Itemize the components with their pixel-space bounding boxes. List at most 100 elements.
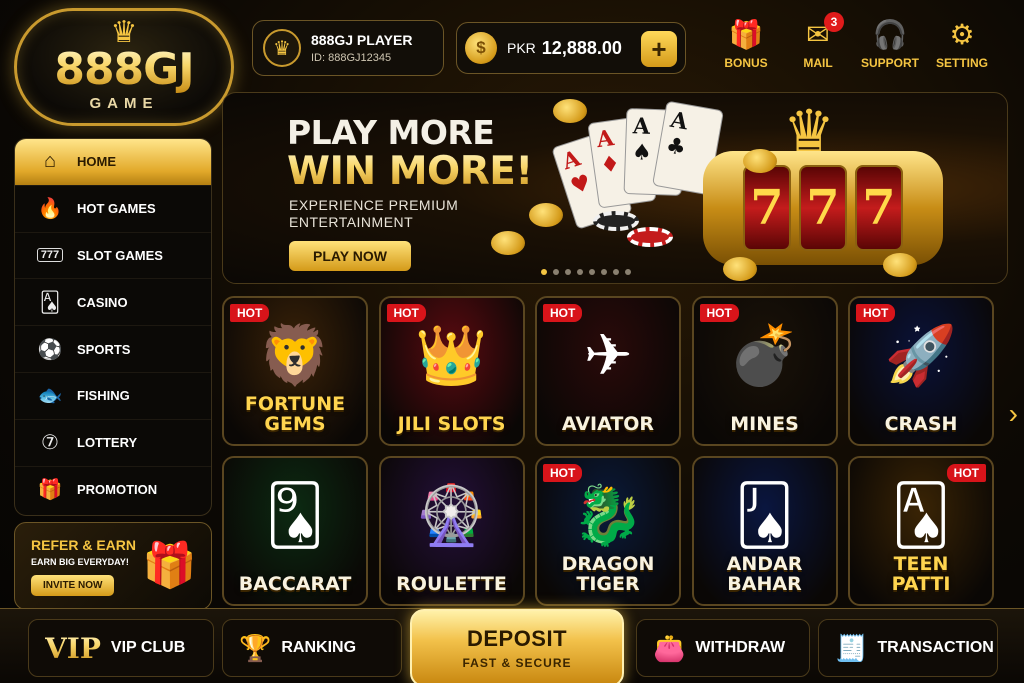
sidebar-item-slot-games[interactable]: 777 SLOT GAMES	[15, 233, 211, 280]
game-tile-teen-patti[interactable]: HOT 🂡 TEEN PATTI	[848, 456, 994, 606]
sidebar-item-label: CASINO	[77, 294, 128, 310]
refer-earn-card[interactable]: REFER & EARN EARN BIG EVERYDAY! INVITE N…	[14, 522, 212, 610]
banner-subtitle: EXPERIENCE PREMIUM ENTERTAINMENT	[289, 197, 459, 230]
balance-display: $ PKR 12,888.00 +	[456, 22, 686, 74]
home-icon: ⌂	[43, 150, 57, 173]
support-button[interactable]: 🎧 SUPPORT	[854, 18, 926, 70]
carousel-dots[interactable]	[541, 269, 631, 275]
game-art-icon: 👑	[415, 323, 488, 388]
slot-machine-icon: 777	[37, 248, 63, 263]
sidebar-item-home[interactable]: ⌂ HOME	[15, 139, 211, 186]
deposit-sublabel: FAST & SECURE	[462, 656, 572, 670]
balance-amount: 12,888.00	[541, 37, 622, 58]
logo-subtitle: GAME	[89, 94, 159, 112]
coin-icon	[743, 149, 777, 173]
playing-cards-icon: 🂡	[39, 291, 61, 314]
setting-button[interactable]: ⚙ SETTING	[926, 18, 998, 70]
sidebar-item-hot-games[interactable]: 🔥 HOT GAMES	[15, 186, 211, 233]
carousel-dot[interactable]	[613, 269, 619, 275]
game-tile-baccarat[interactable]: 🂩 BACCARAT	[222, 456, 368, 606]
sidebar-item-promotion[interactable]: 🎁 PROMOTION	[15, 467, 211, 514]
sidebar-item-label: FISHING	[77, 388, 130, 404]
sidebar: ⌂ HOME 🔥 HOT GAMES 777 SLOT GAMES 🂡 CASI…	[14, 138, 212, 516]
sidebar-item-fishing[interactable]: 🐟 FISHING	[15, 373, 211, 420]
game-art-icon: 🦁	[258, 323, 332, 388]
carousel-dot[interactable]	[577, 269, 583, 275]
sidebar-item-label: LOTTERY	[77, 435, 138, 451]
carousel-dot[interactable]	[589, 269, 595, 275]
deposit-button[interactable]: DEPOSIT FAST & SECURE	[410, 609, 624, 683]
ranking-label: RANKING	[281, 639, 357, 656]
soccer-ball-icon: ⚽	[37, 338, 63, 361]
player-card[interactable]: ♛ 888GJ PLAYER ID: 888GJ12345	[252, 20, 444, 76]
game-tile-jili-slots[interactable]: HOT 👑 JILI SLOTS	[378, 296, 525, 446]
game-tile-crash[interactable]: HOT 🚀 CRASH	[848, 296, 994, 446]
headset-icon: 🎧	[872, 19, 908, 50]
game-title: MINES	[730, 413, 799, 435]
game-title: BACCARAT	[238, 573, 352, 595]
game-art-icon: 🎡	[415, 483, 488, 548]
game-tile-andar-bahar[interactable]: 🂫 ANDAR BAHAR	[691, 456, 838, 606]
transaction-button[interactable]: 🧾 TRANSACTION	[818, 619, 998, 677]
deposit-label: DEPOSIT	[466, 626, 568, 651]
game-title: AVIATOR	[561, 413, 655, 435]
game-title: JILI SLOTS	[397, 413, 506, 435]
withdraw-label: WITHDRAW	[695, 639, 786, 656]
mail-label: MAIL	[803, 56, 833, 70]
sidebar-item-label: HOME	[77, 154, 116, 170]
carousel-dot[interactable]	[541, 269, 547, 275]
game-title: ROULETTE	[396, 573, 507, 595]
bonus-button[interactable]: 🎁 BONUS	[710, 18, 782, 70]
carousel-dot[interactable]	[553, 269, 559, 275]
carousel-dot[interactable]	[601, 269, 607, 275]
game-tile-roulette[interactable]: 🎡 ROULETTE	[378, 456, 525, 606]
sidebar-item-sports[interactable]: ⚽ SPORTS	[15, 326, 211, 373]
brand-logo[interactable]: ♛ 888GJ GAME	[14, 8, 234, 126]
game-art-icon: 💣	[728, 323, 801, 388]
crown-icon: ♛	[110, 15, 138, 49]
add-funds-button[interactable]: +	[641, 31, 677, 67]
sidebar-item-label: PROMOTION	[77, 482, 158, 498]
game-tile-aviator[interactable]: HOT ✈ AVIATOR	[535, 296, 681, 446]
promo-banner[interactable]: PLAY MORE WIN MORE! EXPERIENCE PREMIUM E…	[222, 92, 1008, 284]
mail-button[interactable]: ✉ 3 MAIL	[782, 12, 854, 70]
casino-chip-icon	[593, 211, 639, 231]
setting-label: SETTING	[935, 56, 988, 70]
game-tile-fortune-gems[interactable]: HOT 🦁 FORTUNE GEMS	[222, 296, 368, 446]
carousel-dot[interactable]	[625, 269, 631, 275]
invite-now-button[interactable]: INVITE NOW	[31, 575, 115, 596]
player-id: ID: 888GJ12345	[311, 52, 392, 64]
casino-chip-icon	[627, 227, 673, 247]
game-title: ANDAR BAHAR	[726, 553, 803, 595]
vip-club-button[interactable]: VIP VIP CLUB	[28, 619, 214, 677]
trophy-icon: 🏆	[239, 632, 272, 663]
transaction-label: TRANSACTION	[877, 639, 994, 656]
play-now-button[interactable]: PLAY NOW	[289, 241, 411, 271]
game-title: CRASH	[884, 413, 958, 435]
sidebar-item-casino[interactable]: 🂡 CASINO	[15, 279, 211, 327]
avatar: ♛	[263, 29, 301, 67]
coin-icon	[553, 99, 587, 123]
receipt-icon: 🧾	[835, 632, 868, 663]
crown-icon: ♛	[273, 37, 291, 60]
carousel-dot[interactable]	[565, 269, 571, 275]
bonus-label: BONUS	[724, 56, 768, 70]
ranking-button[interactable]: 🏆 RANKING	[222, 619, 402, 677]
top-nav: 🎁 BONUS ✉ 3 MAIL 🎧 SUPPORT ⚙ SETTING	[710, 12, 998, 70]
withdraw-button[interactable]: 👛 WITHDRAW	[636, 619, 810, 677]
game-tile-mines[interactable]: HOT 💣 MINES	[691, 296, 838, 446]
gift-icon: 🎁	[37, 479, 63, 502]
wallet-icon: 👛	[653, 632, 686, 663]
game-title: FORTUNE GEMS	[244, 393, 346, 435]
game-art-icon: 🐉	[571, 483, 645, 548]
game-art-icon: ✈	[583, 323, 633, 388]
flame-icon: 🔥	[37, 198, 63, 221]
game-title: DRAGON TIGER	[561, 553, 655, 595]
chevron-right-icon[interactable]: ›	[1009, 398, 1018, 430]
slot-reel: 7	[855, 165, 903, 251]
game-tile-dragon-tiger[interactable]: HOT 🐉 DRAGON TIGER	[535, 456, 681, 606]
lottery-ball-icon: ⑦	[41, 432, 59, 455]
sidebar-item-lottery[interactable]: ⑦ LOTTERY	[15, 420, 211, 467]
logo-wordmark: 888GJ	[54, 43, 194, 95]
game-art-icon: 🚀	[884, 323, 958, 388]
